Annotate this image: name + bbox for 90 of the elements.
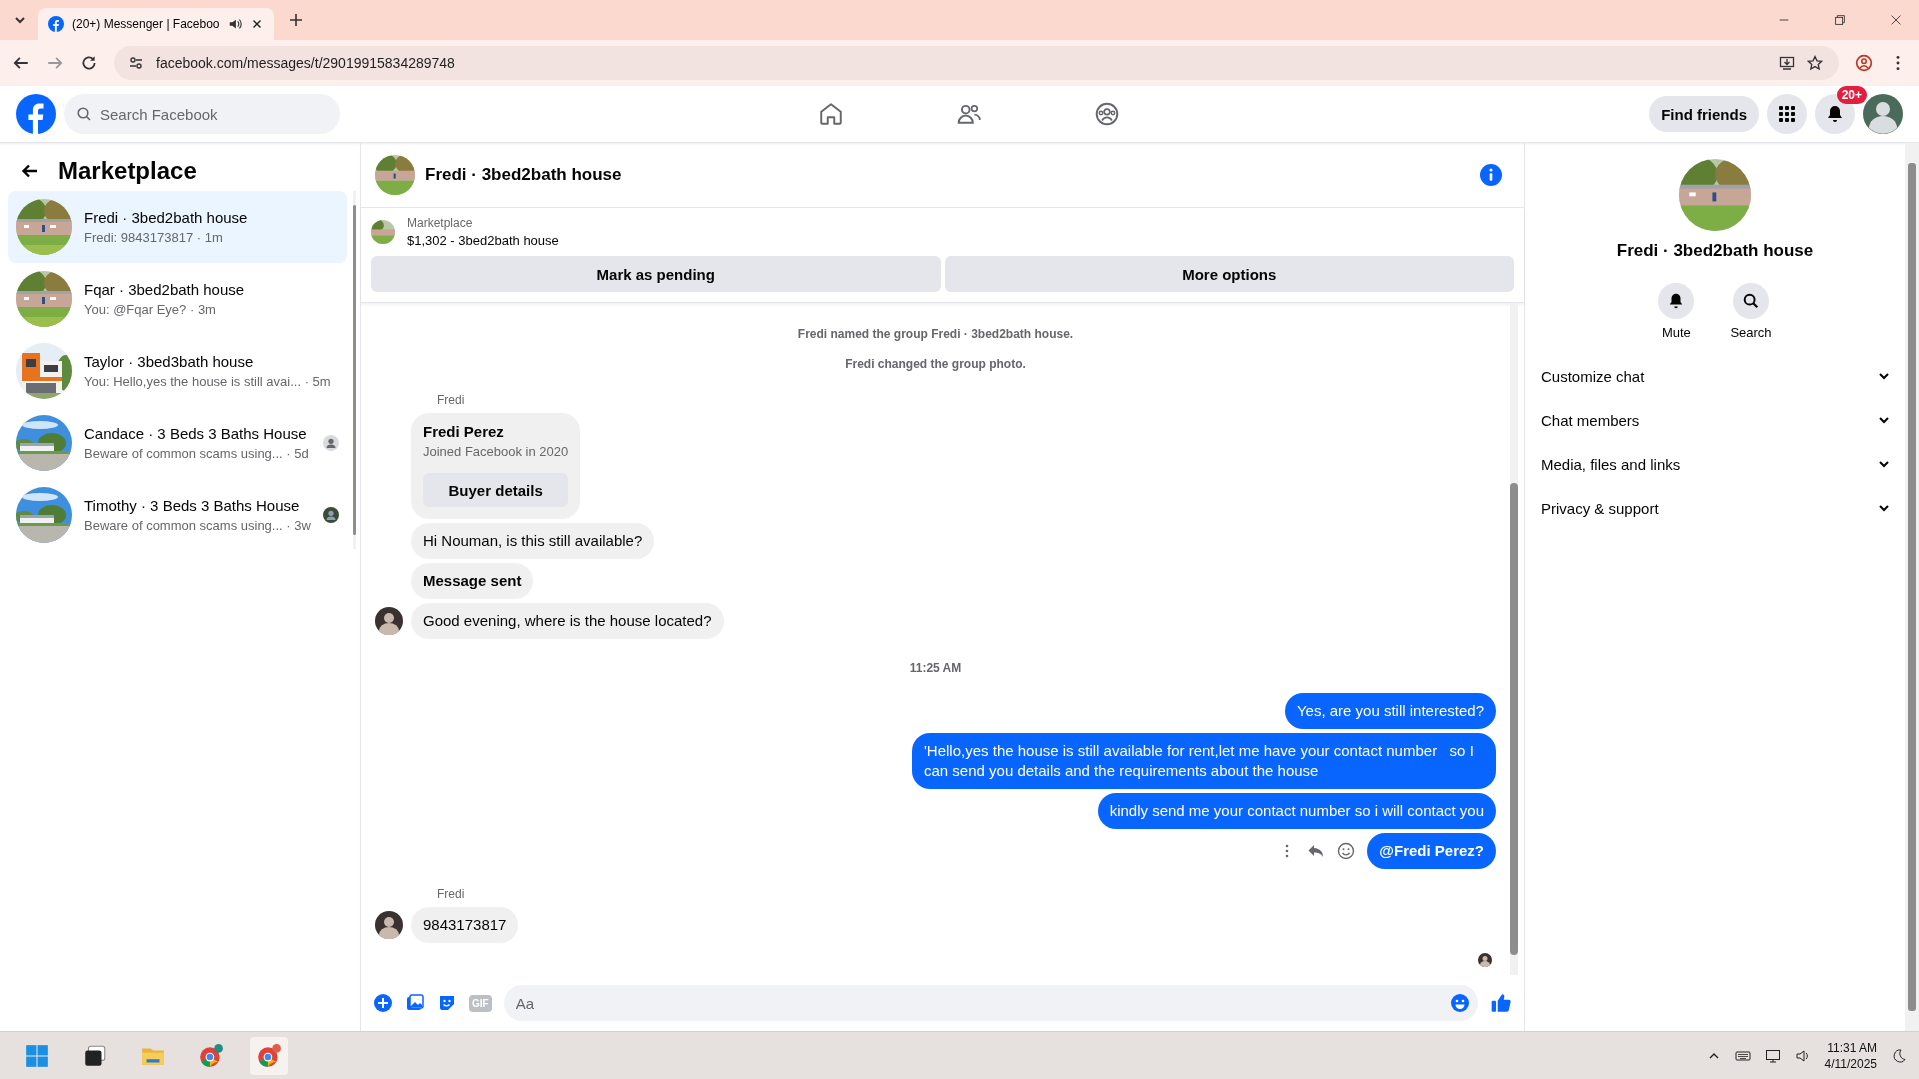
conversation-preview: Beware of common scams using... · 3w xyxy=(84,518,311,533)
buyer-details-button[interactable]: Buyer details xyxy=(423,473,569,507)
listing-action-button[interactable]: More options xyxy=(944,256,1514,292)
conversation-preview: Beware of common scams using... · 5d xyxy=(84,446,310,461)
sent-message[interactable]: kindly send me your contact number so i will contact you xyxy=(1097,793,1496,829)
scrollbar[interactable] xyxy=(1905,143,1919,1031)
profile-icon[interactable] xyxy=(1855,54,1873,72)
conversation-item[interactable]: Taylor · 3bed3bath house You: Hello,yes the house is still avai... · 5m xyxy=(8,335,347,407)
conversation-preview: You: Hello,yes the house is still avai... · 5m xyxy=(84,374,332,389)
speaker-icon[interactable] xyxy=(228,17,242,31)
home-icon[interactable] xyxy=(818,101,844,127)
conversation-item[interactable]: Fredi · 3bed2bath house Fredi: 9843173817 · 1m xyxy=(8,191,347,263)
scrollbar[interactable] xyxy=(352,191,356,549)
section-header[interactable]: Chat members xyxy=(1541,398,1891,442)
mute-button[interactable] xyxy=(1658,283,1695,319)
sent-message[interactable]: @Fredi Perez? xyxy=(1367,833,1496,869)
section-header[interactable]: Customize chat xyxy=(1541,354,1891,398)
listing-title[interactable]: $1,302 - 3bed2bath house xyxy=(407,233,559,248)
scrollbar[interactable] xyxy=(1510,303,1518,975)
plus-icon[interactable] xyxy=(373,993,393,1013)
search-button[interactable] xyxy=(1733,283,1769,319)
conversation-title: Candace · 3 Beds 3 Baths House xyxy=(84,425,308,442)
reload-icon[interactable] xyxy=(80,54,98,72)
chat-name: Fredi · 3bed2bath house xyxy=(1616,241,1814,261)
speaker-icon[interactable] xyxy=(1794,1047,1811,1064)
facebook-icon xyxy=(48,16,64,32)
received-message[interactable]: Hi Nouman, is this still available? xyxy=(411,523,655,559)
clock-time[interactable]: 11:31 AM xyxy=(1827,1040,1877,1055)
message-field[interactable]: Aa xyxy=(503,985,1478,1021)
received-message[interactable]: Good evening, where is the house located? xyxy=(411,603,724,639)
chrome-icon[interactable] xyxy=(250,1036,288,1075)
browser-tab[interactable]: (20+) Messenger | Faceboo xyxy=(38,8,274,40)
sender-name: Fredi xyxy=(437,887,465,901)
user-avatar[interactable] xyxy=(375,911,403,939)
monitor-icon[interactable] xyxy=(1764,1047,1781,1064)
install-icon[interactable] xyxy=(1779,55,1795,71)
user-avatar[interactable] xyxy=(375,607,403,635)
new-tab-icon[interactable] xyxy=(288,12,304,28)
account-avatar[interactable] xyxy=(1863,94,1903,134)
grid-icon xyxy=(1777,104,1797,124)
action-label: Search xyxy=(1730,325,1772,340)
sent-message[interactable]: 'Hello,yes the house is still available for rent,let me have your contact number so I can send you details and the requirements about the house xyxy=(912,733,1496,789)
sender-name: Fredi xyxy=(437,393,465,407)
notification-badge: 20+ xyxy=(1836,86,1867,104)
info-icon[interactable] xyxy=(1480,164,1502,186)
conversation-title: Taylor · 3bed3bath house xyxy=(84,353,255,370)
bell-icon xyxy=(1825,104,1845,124)
conversation-title: Timothy · 3 Beds 3 Baths House xyxy=(84,497,301,514)
sent-message[interactable]: Yes, are you still interested? xyxy=(1284,693,1496,729)
search-icon xyxy=(1742,292,1760,310)
received-message[interactable]: 9843173817 xyxy=(411,907,519,943)
page-title: Marketplace xyxy=(58,157,197,185)
like-icon[interactable] xyxy=(1490,992,1512,1014)
emoji-icon[interactable] xyxy=(1450,993,1470,1013)
menu-button[interactable] xyxy=(1767,94,1807,134)
listing-label: Marketplace xyxy=(407,216,474,230)
conversation-item[interactable]: Timothy · 3 Beds 3 Baths House Beware of common scams using... · 3w xyxy=(8,479,347,551)
chat-title[interactable]: Fredi · 3bed2bath house xyxy=(425,165,622,185)
sticker-icon[interactable] xyxy=(437,993,457,1013)
listing-action-button[interactable]: Mark as pending xyxy=(371,256,941,292)
section-header[interactable]: Privacy & support xyxy=(1541,486,1891,530)
received-message[interactable]: Message sent xyxy=(411,563,534,599)
buyer-joined: Joined Facebook in 2020 xyxy=(423,444,569,459)
action-label: Mute xyxy=(1661,325,1691,340)
section-header[interactable]: Media, files and links xyxy=(1541,442,1891,486)
user-icon xyxy=(322,435,339,451)
site-settings-icon[interactable] xyxy=(128,55,144,71)
search-field[interactable]: Search Facebook xyxy=(64,94,340,134)
conversation-title: Fqar · 3bed2bath house xyxy=(84,281,246,298)
system-message: Fredi changed the group photo. xyxy=(845,357,1026,371)
star-icon[interactable] xyxy=(1807,55,1823,71)
conversation-title: Fredi · 3bed2bath house xyxy=(84,209,249,226)
search-icon xyxy=(76,106,92,122)
find-friends-button[interactable]: Find friends xyxy=(1649,96,1759,132)
moon-icon[interactable] xyxy=(1891,1047,1907,1064)
address-bar[interactable]: facebook.com/messages/t/29019915834289748 xyxy=(114,46,1839,80)
user-avatar xyxy=(322,507,339,523)
conversation-preview: Fredi: 9843173817 · 1m xyxy=(84,230,224,245)
facebook-logo-icon[interactable] xyxy=(16,94,56,134)
conversation-preview: You: @Fqar Eye? · 3m xyxy=(84,302,217,317)
groups-icon[interactable] xyxy=(1094,101,1120,127)
conversation-item[interactable]: Candace · 3 Beds 3 Baths House Beware of common scams using... · 5d xyxy=(8,407,347,479)
smiley-icon[interactable] xyxy=(1337,842,1356,860)
clock-date[interactable]: 4/11/2025 xyxy=(1824,1056,1877,1071)
image-icon[interactable] xyxy=(405,993,425,1013)
read-receipt-avatar xyxy=(1478,953,1492,967)
buyer-name: Fredi Perez xyxy=(423,423,505,440)
system-message: Fredi named the group Fredi · 3bed2bath house. xyxy=(797,327,1074,341)
timestamp: 11:25 AM xyxy=(909,661,962,675)
conversation-item[interactable]: Fqar · 3bed2bath house You: @Fqar Eye? · 3m xyxy=(8,263,347,335)
